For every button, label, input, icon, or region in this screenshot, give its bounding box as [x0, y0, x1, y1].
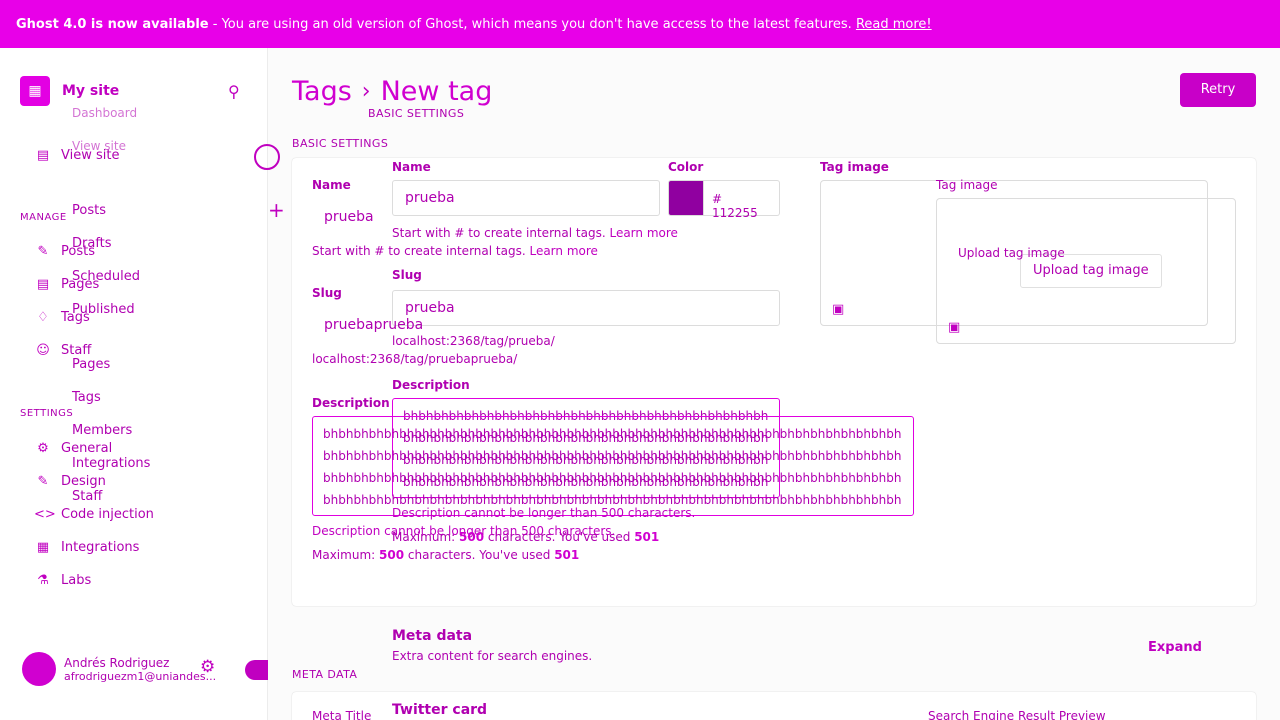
gear-icon[interactable]: ⚙	[200, 657, 215, 677]
meta-data-title: Meta data	[392, 628, 473, 644]
banner-title: Ghost 4.0 is now available	[16, 17, 209, 32]
description-label: Description	[392, 378, 470, 392]
color-input[interactable]: # 112255	[704, 180, 780, 220]
avatar	[22, 652, 56, 686]
section-label: BASIC SETTINGS	[292, 137, 389, 150]
view-site-icon: ▤	[36, 148, 50, 163]
posts-icon: ✎	[37, 244, 49, 259]
name-label: Name	[392, 160, 431, 174]
learn-more-link[interactable]: Learn more	[529, 244, 597, 258]
image-icon: ▣	[948, 320, 961, 335]
integrations-icon: ▦	[36, 540, 50, 555]
site-name: My site	[62, 83, 120, 99]
globe-icon	[254, 144, 280, 170]
tag-image-label: Tag image	[820, 160, 889, 174]
sidebar-item-general[interactable]: ⚙ General	[34, 441, 112, 456]
chevron-right-icon: ›	[361, 79, 371, 104]
sidebar-item-label: Staff	[61, 343, 92, 358]
color-label: Color	[668, 160, 704, 174]
description-count: Maximum: 500 characters. You've used 501	[312, 548, 580, 562]
color-swatch[interactable]	[668, 180, 704, 216]
sidebar-item-pages-2[interactable]: Pages	[72, 357, 110, 372]
breadcrumb-current: New tag	[380, 76, 493, 107]
expand-button[interactable]: Expand	[1148, 640, 1202, 655]
sidebar-item-label: Design	[61, 474, 106, 489]
labs-icon: ⚗	[37, 573, 49, 588]
sidebar-item-label: Integrations	[61, 540, 140, 555]
learn-more-link[interactable]: Learn more	[609, 226, 677, 240]
site-logo: ▦	[20, 76, 50, 106]
sidebar-item-integrations[interactable]: ▦ Integrations	[34, 540, 140, 555]
sidebar-subitem-published[interactable]: Published	[72, 302, 135, 317]
sidebar-item-labs[interactable]: ⚗ Labs	[34, 573, 91, 588]
update-banner: Ghost 4.0 is now available - You are usi…	[0, 0, 1280, 48]
user-name: Andrés Rodriguez	[64, 655, 170, 670]
banner-text: - You are using an old version of Ghost,…	[208, 17, 856, 32]
meta-title-label: Meta Title	[312, 709, 372, 720]
upload-tag-image-button[interactable]: Upload tag image	[958, 246, 1065, 260]
sidebar-item-staff[interactable]: ☺ Staff	[34, 343, 91, 358]
retry-button[interactable]: Retry	[1180, 73, 1256, 107]
sidebar: ▦ My site ⚲ Dashboard View site ▤ View s…	[0, 0, 268, 720]
meta-data-subtitle: Extra content for search engines.	[392, 649, 593, 663]
tag-image-dropzone[interactable]	[936, 198, 1236, 344]
read-more-link[interactable]: Read more!	[856, 17, 932, 32]
sidebar-item-design[interactable]: ✎ Design	[34, 474, 106, 489]
sidebar-item-label: Labs	[61, 573, 92, 588]
name-input[interactable]: prueba	[392, 180, 660, 216]
slug-label: Slug	[392, 268, 422, 282]
description-label: Description	[312, 396, 390, 410]
sidebar-item-label: View site	[61, 148, 120, 163]
general-icon: ⚙	[37, 441, 49, 456]
sidebar-item-code-injection[interactable]: <> Code injection	[34, 507, 154, 522]
plus-icon[interactable]: +	[268, 198, 285, 222]
user-email: afrodriguezm1@uniandes...	[64, 669, 217, 683]
description-error: Description cannot be longer than 500 ch…	[392, 506, 696, 520]
sidebar-item-tags-2[interactable]: Tags	[72, 390, 101, 405]
design-icon: ✎	[37, 474, 49, 489]
sidebar-item-staff-2[interactable]: Staff	[72, 489, 102, 504]
sidebar-subitem-drafts[interactable]: Drafts	[72, 236, 112, 251]
description-count: Maximum: 500 characters. You've used 501	[392, 530, 660, 544]
slug-url: localhost:2368/tag/pruebaprueba/	[312, 352, 518, 366]
staff-icon: ☺	[36, 343, 50, 358]
slug-label: Slug	[312, 286, 342, 300]
sidebar-item-integrations-2[interactable]: Integrations	[72, 456, 150, 471]
sidebar-item-view-site[interactable]: ▤ View site	[34, 148, 120, 163]
main-content: Tags › New tag Retry BASIC SETTINGS BASI…	[268, 48, 1280, 720]
breadcrumb-parent[interactable]: Tags	[292, 76, 352, 107]
page-title: Tags › New tag	[292, 76, 492, 107]
description-textarea[interactable]: bhbhbhbhbhbhbhbhbhbhbhbhbhbhbhbhbhbhbhbh…	[312, 416, 914, 516]
settings-section-label: SETTINGS	[20, 408, 74, 419]
user-menu[interactable]: Andrés Rodriguez afrodriguezm1@uniandes.…	[22, 652, 216, 686]
tags-icon: ♢	[37, 310, 49, 325]
sidebar-item-posts[interactable]: Posts	[72, 203, 106, 218]
basic-settings-card: Name prueba Name prueba Start with # to …	[292, 158, 1256, 606]
twitter-card-title: Twitter card	[392, 702, 488, 718]
section-label: BASIC SETTINGS	[368, 107, 465, 120]
manage-section-label: MANAGE	[20, 212, 67, 223]
site-header[interactable]: ▦ My site	[20, 76, 119, 106]
sidebar-subitem-scheduled[interactable]: Scheduled	[72, 269, 140, 284]
name-hint: Start with # to create internal tags. Le…	[312, 244, 598, 258]
slug-input[interactable]: prueba	[392, 290, 780, 326]
sidebar-item-label: General	[61, 441, 113, 456]
pages-icon: ▤	[36, 277, 50, 292]
sidebar-item-label: Code injection	[61, 507, 154, 522]
sidebar-item-members[interactable]: Members	[72, 423, 132, 438]
name-label: Name	[312, 178, 351, 192]
search-icon[interactable]: ⚲	[228, 82, 248, 102]
ghost-row: Dashboard	[72, 106, 138, 120]
section-label: META DATA	[292, 668, 358, 681]
name-hint: Start with # to create internal tags. Le…	[392, 226, 678, 240]
image-icon: ▣	[832, 302, 845, 317]
code-icon: <>	[34, 507, 56, 522]
tag-image-label: Tag image	[936, 178, 998, 192]
slug-url: localhost:2368/tag/prueba/	[392, 334, 555, 348]
seo-preview-label: Search Engine Result Preview	[928, 709, 1106, 720]
name-input[interactable]: prueba	[312, 200, 378, 236]
